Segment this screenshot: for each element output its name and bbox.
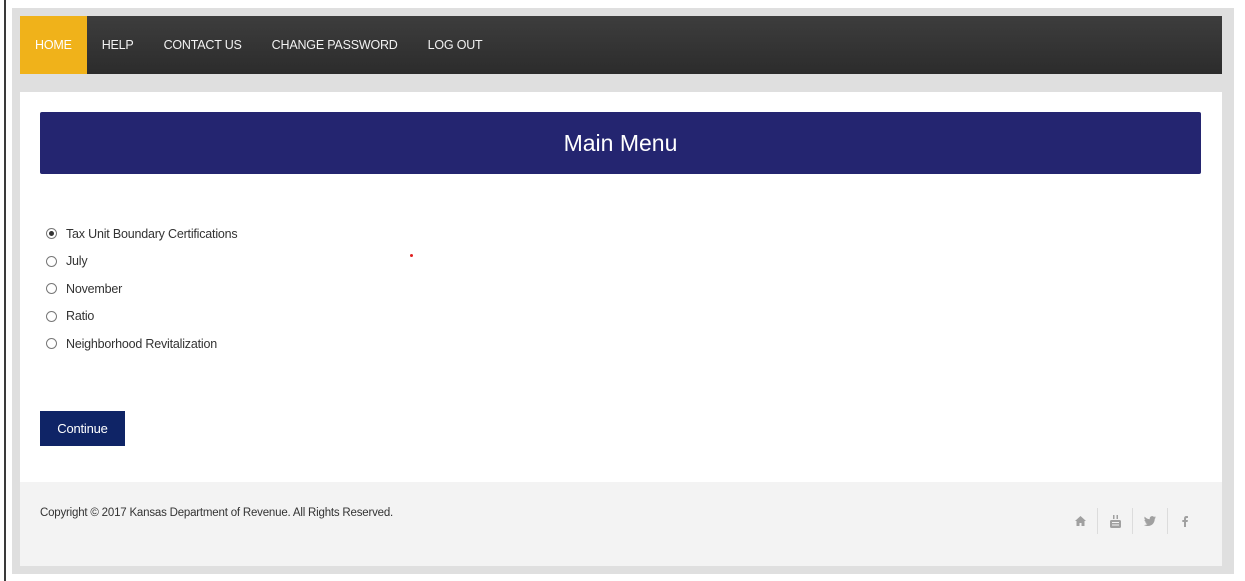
- home-icon[interactable]: [1063, 508, 1097, 534]
- option-ratio[interactable]: Ratio: [46, 303, 237, 331]
- option-tax-unit-boundary[interactable]: Tax Unit Boundary Certifications: [46, 220, 238, 248]
- page-footer: Copyright © 2017 Kansas Department of Re…: [20, 482, 1222, 566]
- nav-change-password[interactable]: CHANGE PASSWORD: [257, 16, 413, 74]
- menu-options: Tax Unit Boundary Certifications July No…: [46, 220, 238, 358]
- stray-mark: [410, 254, 413, 257]
- main-content: Main Menu Tax Unit Boundary Certificatio…: [20, 92, 1222, 482]
- copyright-text: Copyright © 2017 Kansas Department of Re…: [40, 507, 394, 519]
- option-label: Tax Unit Boundary Certifications: [66, 226, 238, 241]
- option-label: Neighborhood Revitalization: [66, 336, 217, 351]
- option-november[interactable]: November: [46, 275, 237, 303]
- facebook-icon[interactable]: [1167, 508, 1202, 534]
- title-banner: Main Menu: [40, 112, 1201, 174]
- youtube-icon[interactable]: [1097, 508, 1132, 534]
- top-navbar: HOME HELP CONTACT US CHANGE PASSWORD LOG…: [20, 16, 1222, 74]
- continue-button[interactable]: Continue: [40, 411, 125, 446]
- option-label: Ratio: [66, 309, 95, 324]
- option-july[interactable]: July: [46, 248, 237, 276]
- radio-button[interactable]: [46, 228, 57, 240]
- radio-button[interactable]: [46, 310, 57, 322]
- nav-help[interactable]: HELP: [87, 16, 149, 74]
- nav-log-out[interactable]: LOG OUT: [413, 16, 498, 74]
- page-title: Main Menu: [563, 129, 678, 156]
- option-neighborhood-revitalization[interactable]: Neighborhood Revitalization: [46, 330, 237, 358]
- option-label: July: [66, 254, 88, 269]
- option-label: November: [66, 281, 123, 296]
- twitter-icon[interactable]: [1132, 508, 1167, 534]
- nav-contact-us[interactable]: CONTACT US: [149, 16, 257, 74]
- radio-button[interactable]: [46, 283, 57, 295]
- nav-home[interactable]: HOME: [20, 16, 87, 74]
- radio-button[interactable]: [46, 255, 57, 267]
- window-edge: [4, 0, 6, 581]
- radio-button[interactable]: [46, 338, 57, 350]
- social-links: [1063, 508, 1202, 534]
